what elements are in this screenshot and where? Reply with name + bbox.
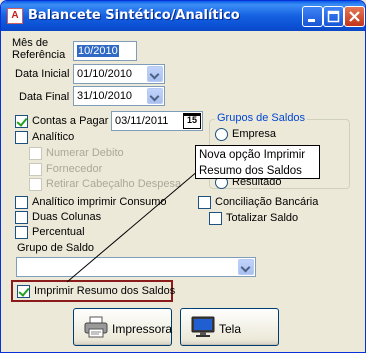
balancete-window: A Balancete Sintético/Analítico Mês de R… bbox=[0, 0, 366, 353]
printer-icon bbox=[84, 316, 108, 338]
impressora-label: Impressora bbox=[112, 322, 173, 336]
tela-label: Tela bbox=[219, 322, 242, 336]
callout-line-2: Resumo dos Saldos bbox=[199, 165, 302, 177]
tela-button[interactable]: Tela bbox=[180, 308, 279, 346]
callout-line-1: Nova opção Imprimir bbox=[199, 149, 306, 161]
monitor-icon bbox=[191, 316, 215, 337]
callout-box: Nova opção Imprimir Resumo dos Saldos bbox=[195, 145, 320, 179]
impressora-button[interactable]: Impressora bbox=[73, 308, 172, 346]
